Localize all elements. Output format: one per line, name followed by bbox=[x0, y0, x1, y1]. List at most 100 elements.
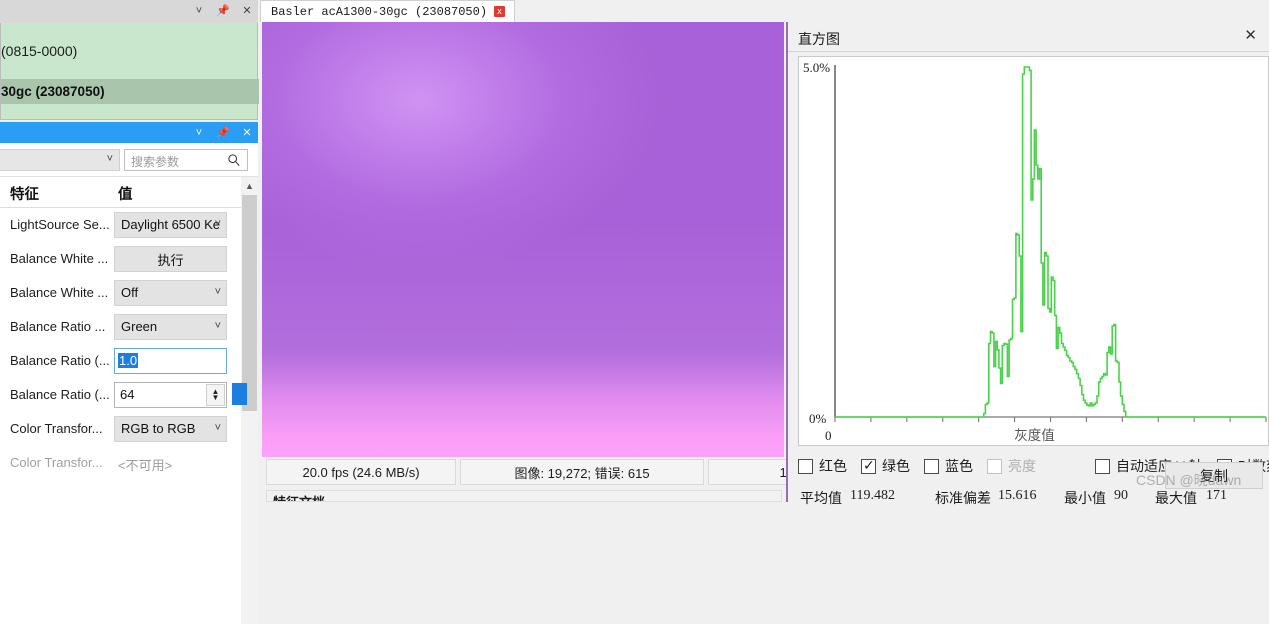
row-value: Daylight 6500 Ke bbox=[121, 217, 221, 232]
app-root: ˅ 📌 ✕ (0815-0000) 30gc (23087050) ˅ 📌 ✕ bbox=[0, 0, 1269, 624]
copy-button[interactable]: 复制 bbox=[1165, 462, 1263, 489]
lightsource-select[interactable]: Daylight 6500 Ke ˅ bbox=[114, 212, 227, 238]
search-icon bbox=[228, 154, 240, 166]
stepper-down-icon[interactable]: ▼ bbox=[212, 393, 220, 402]
left-column: ˅ 📌 ✕ (0815-0000) 30gc (23087050) ˅ 📌 ✕ bbox=[0, 0, 259, 624]
feature-doc-title: 特征文档 bbox=[273, 492, 325, 501]
row-value: 64 bbox=[120, 387, 135, 402]
checkbox-box[interactable] bbox=[924, 458, 939, 474]
view-mode-select[interactable]: ˅ bbox=[0, 149, 120, 171]
status-bar: 20.0 fps (24.6 MB/s) 图像: 19,272; 错误: 615… bbox=[262, 459, 908, 485]
x-axis-label: 灰度值 bbox=[1014, 428, 1055, 443]
camera-image bbox=[262, 22, 784, 457]
chevron-down-icon: ˅ bbox=[214, 422, 221, 434]
histogram-titlebar: 直方图 ✕ bbox=[788, 22, 1269, 52]
row-value: RGB to RGB bbox=[121, 421, 196, 436]
histogram-title: 直方图 bbox=[798, 31, 840, 47]
image-tab-label: Basler acA1300-30gc (23087050) bbox=[271, 4, 488, 19]
row-label: Balance White ... bbox=[10, 251, 109, 266]
device-tree-item[interactable]: (0815-0000) bbox=[1, 37, 77, 65]
table-row: Color Transfor... <不可用> bbox=[0, 446, 241, 480]
table-row[interactable]: Balance Ratio ... Green ˅ bbox=[0, 310, 241, 344]
column-header-feature: 特征 bbox=[10, 187, 39, 203]
chevron-down-icon: ˅ bbox=[214, 218, 221, 230]
table-row[interactable]: Balance Ratio (... 64 ▲ ▼ bbox=[0, 378, 247, 412]
image-panel: Basler acA1300-30gc (23087050) x 20.0 fp… bbox=[260, 0, 908, 502]
checkbox-label: 红色 bbox=[819, 458, 847, 474]
checkbox-green[interactable]: 绿色 bbox=[861, 452, 910, 480]
checkbox-label: 蓝色 bbox=[945, 458, 973, 474]
histogram-plot: 5.0% 0% 0 灰度值 bbox=[798, 56, 1269, 446]
table-row[interactable]: Color Transfor... RGB to RGB ˅ bbox=[0, 412, 241, 446]
features-panel-titlebar-buttons: ˅ 📌 ✕ bbox=[192, 122, 254, 145]
close-icon[interactable]: x bbox=[494, 6, 506, 17]
checkbox-blue[interactable]: 蓝色 bbox=[924, 452, 973, 480]
feature-doc-panel: 特征文档 bbox=[266, 490, 782, 502]
row-value: 1.0 bbox=[118, 353, 139, 368]
balance-ratio-raw-stepper[interactable]: 64 ▲ ▼ bbox=[114, 382, 227, 408]
row-label: Balance Ratio (... bbox=[10, 387, 110, 402]
scrollbar-thumb[interactable] bbox=[242, 195, 257, 411]
table-row[interactable]: LightSource Se... Daylight 6500 Ke ˅ bbox=[0, 208, 241, 242]
features-panel-titlebar: ˅ 📌 ✕ bbox=[0, 122, 258, 143]
checkbox-red[interactable]: 红色 bbox=[798, 452, 847, 480]
chevron-down-icon: ˅ bbox=[106, 153, 113, 165]
row-label: Color Transfor... bbox=[10, 455, 103, 470]
stepper-buttons[interactable]: ▲ ▼ bbox=[206, 384, 225, 406]
row-label: LightSource Se... bbox=[10, 217, 110, 232]
features-toolbar: ˅ 搜索参数 bbox=[0, 144, 258, 177]
stat-min-label: 最小值 bbox=[1064, 492, 1106, 507]
device-tree-item-selected[interactable]: 30gc (23087050) bbox=[1, 79, 259, 104]
chevron-down-icon: ˅ bbox=[214, 320, 221, 332]
checkbox-luminance: 亮度 bbox=[987, 452, 1036, 480]
histogram-chart bbox=[834, 65, 1267, 422]
row-value: Green bbox=[121, 319, 158, 334]
checkbox-box bbox=[987, 458, 1002, 474]
close-icon[interactable]: ✕ bbox=[240, 5, 254, 19]
pin-icon[interactable]: 📌 bbox=[216, 127, 230, 141]
checkbox-box[interactable] bbox=[861, 457, 876, 474]
status-fps: 20.0 fps (24.6 MB/s) bbox=[266, 459, 456, 485]
checkbox-label: 亮度 bbox=[1008, 458, 1036, 474]
features-table-header: 特征 值 bbox=[0, 177, 258, 208]
stat-max-label: 最大值 bbox=[1155, 492, 1197, 507]
features-table: 特征 值 ▲ LightSource Se... Daylight 6500 K… bbox=[0, 177, 258, 624]
checkbox-label: 绿色 bbox=[882, 458, 910, 474]
status-frames: 图像: 19,272; 错误: 615 bbox=[460, 459, 704, 485]
image-tab[interactable]: Basler acA1300-30gc (23087050) x bbox=[260, 0, 515, 22]
balance-ratio-abs-input[interactable]: 1.0 bbox=[114, 348, 227, 374]
search-placeholder: 搜索参数 bbox=[131, 155, 180, 169]
chevron-down-icon[interactable]: ˅ bbox=[192, 5, 206, 19]
row-value: Off bbox=[121, 285, 139, 300]
balance-white-auto-select[interactable]: Off ˅ bbox=[114, 280, 227, 306]
pin-icon[interactable]: 📌 bbox=[216, 5, 230, 19]
balance-ratio-selector-select[interactable]: Green ˅ bbox=[114, 314, 227, 340]
row-value: <不可用> bbox=[118, 458, 173, 473]
table-row[interactable]: Balance White ... Off ˅ bbox=[0, 276, 241, 310]
device-panel-titlebar: ˅ 📌 ✕ bbox=[0, 0, 258, 24]
camera-preview[interactable] bbox=[262, 22, 784, 457]
row-label: Balance White ... bbox=[10, 285, 109, 300]
stat-stddev-label: 标准偏差 bbox=[935, 492, 991, 507]
search-input[interactable]: 搜索参数 bbox=[124, 149, 248, 171]
stat-mean-label: 平均值 bbox=[800, 492, 842, 507]
checkbox-box[interactable] bbox=[798, 458, 813, 474]
table-row[interactable]: Balance White ... 执行 bbox=[0, 242, 241, 276]
device-panel: ˅ 📌 ✕ (0815-0000) 30gc (23087050) bbox=[0, 0, 259, 120]
close-icon[interactable]: ✕ bbox=[1244, 28, 1257, 43]
chevron-down-icon: ˅ bbox=[214, 286, 221, 298]
execute-button[interactable]: 执行 bbox=[114, 246, 227, 272]
scroll-up-icon[interactable]: ▲ bbox=[241, 177, 258, 194]
row-label: Balance Ratio (... bbox=[10, 353, 110, 368]
table-row[interactable]: Balance Ratio (... 1.0 bbox=[0, 344, 241, 378]
device-tree: (0815-0000) 30gc (23087050) bbox=[0, 23, 259, 120]
histogram-panel: 直方图 ✕ 5.0% 0% 0 灰度值 红色 绿色 蓝色 bbox=[786, 22, 1269, 507]
chevron-down-icon[interactable]: ˅ bbox=[192, 127, 206, 141]
color-swatch bbox=[232, 383, 247, 405]
color-transformation-select[interactable]: RGB to RGB ˅ bbox=[114, 416, 227, 442]
close-icon[interactable]: ✕ bbox=[240, 127, 254, 141]
row-label: Color Transfor... bbox=[10, 421, 103, 436]
features-panel: ˅ 📌 ✕ ˅ 搜索参数 特征 值 ▲ LightSource Se... Da… bbox=[0, 122, 258, 624]
checkbox-box[interactable] bbox=[1095, 458, 1110, 474]
column-header-value: 值 bbox=[118, 187, 133, 203]
